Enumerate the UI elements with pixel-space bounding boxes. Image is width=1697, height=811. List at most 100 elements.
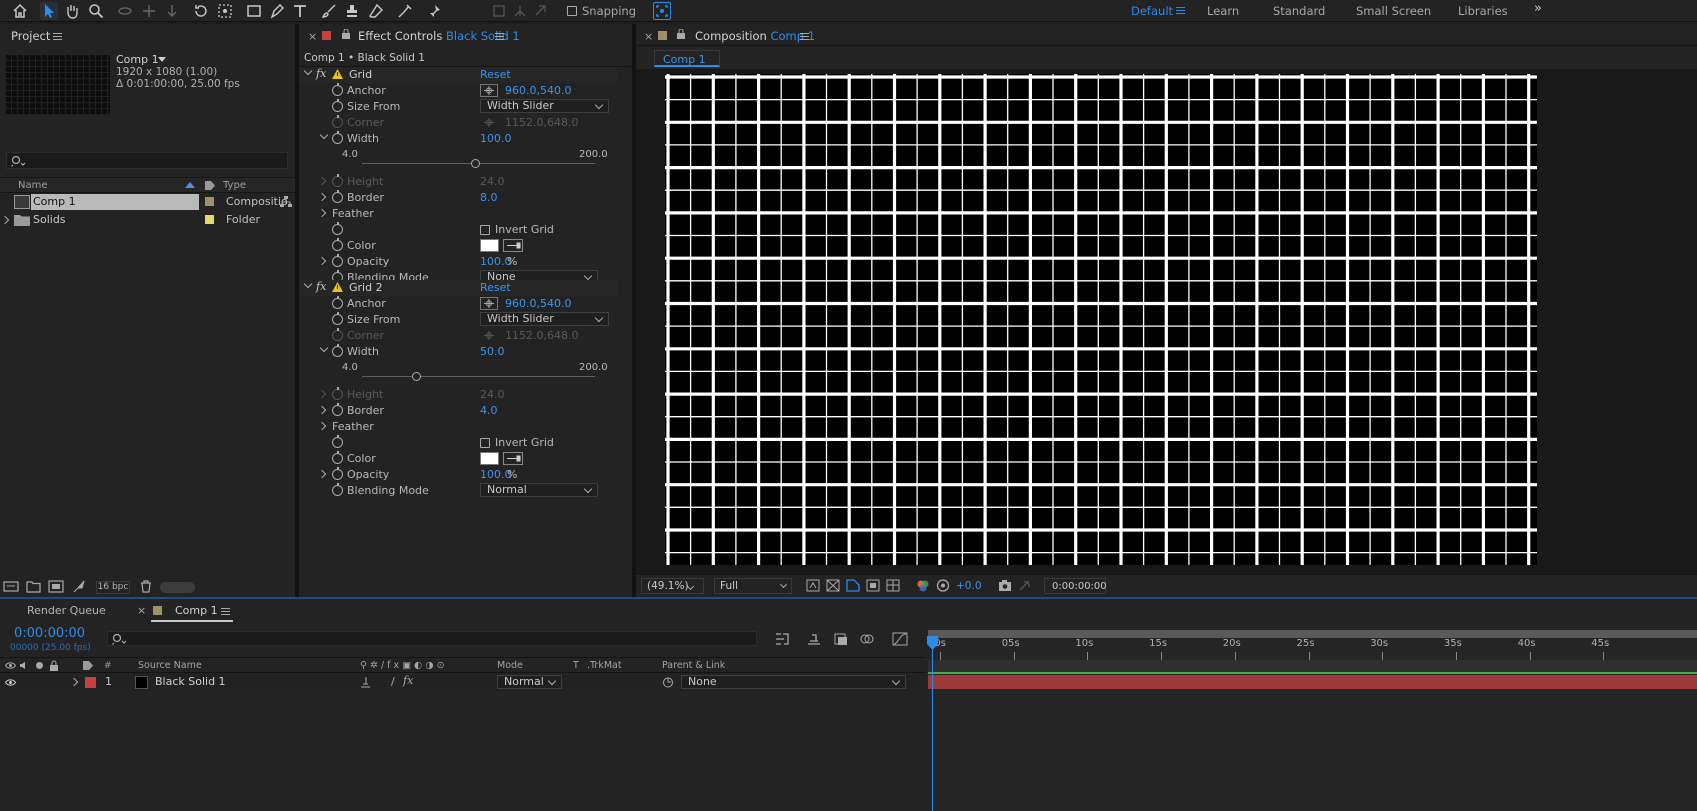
snapping-checkbox[interactable] <box>567 6 577 16</box>
project-settings-icon[interactable] <box>72 580 86 593</box>
frame-blending-icon[interactable] <box>859 632 875 646</box>
label-color-swatch[interactable] <box>205 197 214 206</box>
comp-info-dropdown-icon[interactable] <box>158 57 166 62</box>
resolution-dropdown[interactable]: Full <box>714 578 792 594</box>
axis-world-icon[interactable] <box>511 2 529 20</box>
stopwatch-icon[interactable] <box>332 131 343 144</box>
puppet-pin-tool-icon[interactable] <box>425 2 443 20</box>
eyedropper-icon[interactable] <box>503 239 523 252</box>
quality-switch-icon[interactable]: / <box>391 675 395 688</box>
stopwatch-icon[interactable] <box>332 254 343 267</box>
new-folder-icon[interactable] <box>26 580 41 593</box>
timeline-search-input[interactable] <box>107 631 757 646</box>
exposure-value[interactable]: +0.0 <box>956 580 982 592</box>
shy-switch-icon[interactable] <box>360 677 371 688</box>
crosshair-point-icon[interactable] <box>480 297 498 310</box>
expand-arrow-icon[interactable] <box>317 192 327 202</box>
pan-tool-icon[interactable] <box>140 2 158 20</box>
time-ruler[interactable]: 00s05s10s15s20s25s30s35s40s45s <box>928 638 1697 660</box>
playhead-line[interactable] <box>932 638 933 811</box>
draft-3d-icon[interactable] <box>806 632 822 646</box>
workspace-libraries[interactable]: Libraries <box>1458 4 1508 18</box>
stopwatch-icon[interactable] <box>332 222 343 235</box>
workspace-overflow-icon[interactable]: » <box>1534 1 1542 16</box>
project-item-comp[interactable]: Comp 1 Compositio <box>0 194 295 211</box>
pen-tool-icon[interactable] <box>268 2 286 20</box>
col-name-header[interactable]: Name <box>18 180 48 191</box>
effect-header-grid-2[interactable]: fx Grid 2 Reset <box>299 279 617 296</box>
audio-icon[interactable] <box>19 661 29 670</box>
invert-grid-checkbox[interactable] <box>480 225 490 235</box>
thumbnail-slider[interactable] <box>160 582 195 593</box>
workspace-default[interactable]: Default <box>1131 4 1173 18</box>
tab-render-queue[interactable]: Render Queue <box>27 604 106 617</box>
grid-guides-icon[interactable] <box>886 579 900 592</box>
label-column-icon[interactable] <box>82 660 94 671</box>
solo-icon[interactable] <box>36 662 43 669</box>
timeline-menu-icon[interactable] <box>221 608 230 616</box>
comp-flowchart-icon[interactable] <box>774 632 790 646</box>
width-slider-knob[interactable] <box>471 159 481 168</box>
stopwatch-icon[interactable] <box>332 190 343 203</box>
width-slider-track[interactable] <box>362 376 595 377</box>
brush-tool-icon[interactable] <box>320 2 338 20</box>
label-column-icon[interactable] <box>204 180 216 191</box>
close-tab-icon[interactable]: × <box>644 30 653 43</box>
graph-editor-icon[interactable] <box>892 632 908 646</box>
shy-layers-icon[interactable] <box>833 632 849 646</box>
transparency-grid-icon[interactable] <box>826 579 840 592</box>
snap-options-icon[interactable] <box>653 2 671 20</box>
region-of-interest-icon[interactable] <box>866 579 880 592</box>
comp-subtab[interactable]: Comp 1 <box>654 50 720 67</box>
home-icon[interactable] <box>11 2 29 20</box>
flowchart-icon[interactable] <box>280 196 292 208</box>
stopwatch-icon[interactable] <box>332 483 343 496</box>
blending-mode-dropdown[interactable]: Normal <box>480 483 598 497</box>
tab-comp[interactable]: Comp 1 <box>175 604 218 617</box>
crosshair-point-icon[interactable] <box>480 84 498 97</box>
clone-stamp-tool-icon[interactable] <box>343 2 361 20</box>
expand-layer-icon[interactable] <box>69 677 79 687</box>
color-swatch[interactable] <box>480 452 499 465</box>
workspace-small-screen[interactable]: Small Screen <box>1356 4 1431 18</box>
stopwatch-icon[interactable] <box>332 83 343 96</box>
stopwatch-icon[interactable] <box>332 435 343 448</box>
expand-arrow-icon[interactable] <box>317 208 327 218</box>
property-feather[interactable]: Feather <box>299 206 617 222</box>
workspace-learn[interactable]: Learn <box>1207 4 1239 18</box>
col-type-header[interactable]: Type <box>223 180 246 191</box>
anchor-value[interactable]: 960.0,540.0 <box>505 297 571 310</box>
lock-icon[interactable] <box>676 29 686 39</box>
channel-icon[interactable] <box>916 579 930 592</box>
type-tool-icon[interactable] <box>291 2 309 20</box>
stopwatch-icon[interactable] <box>332 238 343 251</box>
roto-brush-tool-icon[interactable] <box>396 2 414 20</box>
dolly-tool-icon[interactable] <box>163 2 181 20</box>
width-value[interactable]: 50.0 <box>480 345 505 358</box>
stopwatch-icon[interactable] <box>332 312 343 325</box>
stopwatch-icon[interactable] <box>332 451 343 464</box>
zoom-dropdown[interactable]: (49.1%) <box>641 578 704 594</box>
trash-icon[interactable] <box>140 580 152 593</box>
sort-ascending-icon[interactable] <box>185 182 195 188</box>
collapse-arrow-icon[interactable] <box>303 66 313 76</box>
stopwatch-icon[interactable] <box>332 467 343 480</box>
collapse-arrow-icon[interactable] <box>319 343 329 353</box>
width-value[interactable]: 100.0 <box>480 132 512 145</box>
comp-info-name[interactable]: Comp 1 <box>116 53 159 66</box>
effect-controls-layer[interactable]: Black Solid 1 <box>446 29 520 43</box>
stopwatch-icon[interactable] <box>332 99 343 112</box>
snapshot-camera-icon[interactable] <box>998 579 1012 592</box>
effects-switch-icon[interactable]: fx <box>403 674 413 687</box>
border-value[interactable]: 8.0 <box>480 191 498 204</box>
eraser-tool-icon[interactable] <box>367 2 385 20</box>
collapse-arrow-icon[interactable] <box>303 279 313 289</box>
fx-icon[interactable]: fx <box>316 280 326 293</box>
mask-visibility-icon[interactable] <box>846 579 860 592</box>
lock-icon[interactable] <box>49 660 59 671</box>
effect-controls-menu-icon[interactable] <box>495 33 504 41</box>
layer-duration-bar[interactable] <box>928 675 1697 689</box>
parent-dropdown[interactable]: None <box>681 675 906 689</box>
project-item-folder[interactable]: Solids Folder <box>0 212 295 229</box>
anchor-value[interactable]: 960.0,540.0 <box>505 84 571 97</box>
